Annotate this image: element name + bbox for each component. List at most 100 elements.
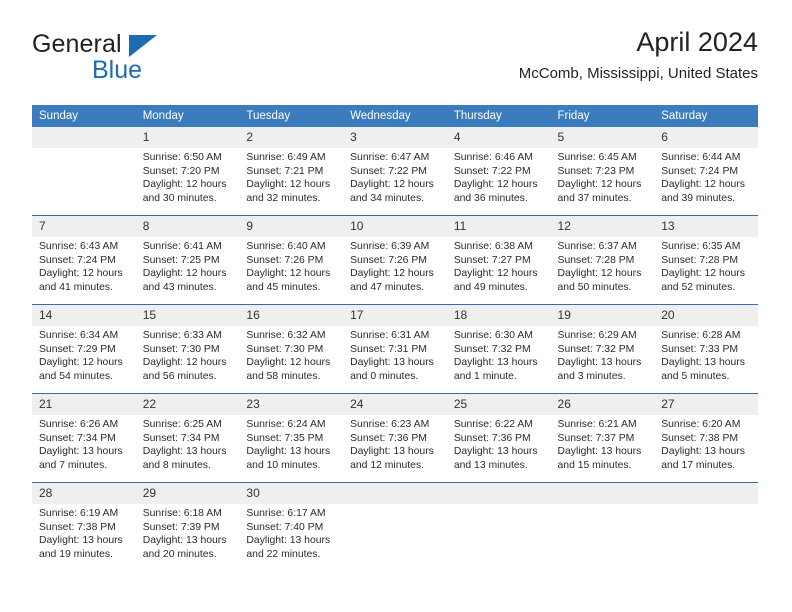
daylight-text-line1: Daylight: 12 hours <box>557 268 642 280</box>
calendar-day-cell[interactable]: 15 Sunrise: 6:33 AM Sunset: 7:30 PM Dayligh… <box>135 304 240 394</box>
calendar-day-cell[interactable]: 25 Sunrise: 6:22 AM Sunset: 7:36 PM Dayligh… <box>446 393 551 483</box>
day-number: 1 <box>135 127 240 148</box>
sunset-text: Sunset: 7:28 PM <box>557 254 635 266</box>
calendar-day-cell[interactable]: 3 Sunrise: 6:47 AM Sunset: 7:22 PM Daylight… <box>343 127 447 216</box>
sunrise-text: Sunrise: 6:17 AM <box>246 508 326 519</box>
sunrise-text: Sunrise: 6:29 AM <box>557 330 637 341</box>
calendar-day-cell[interactable]: 10 Sunrise: 6:39 AM Sunset: 7:26 PM Dayligh… <box>343 215 447 305</box>
daylight-text-line1: Daylight: 12 hours <box>142 357 227 369</box>
calendar-day-cell[interactable]: 24 Sunrise: 6:23 AM Sunset: 7:36 PM Dayligh… <box>343 393 447 483</box>
logo-text-general: General <box>32 30 122 58</box>
calendar-day-cell[interactable]: 30 Sunrise: 6:17 AM Sunset: 7:40 PM Dayligh… <box>239 482 344 571</box>
daylight-text-line1: Daylight: 12 hours <box>350 268 434 280</box>
calendar-day-cell[interactable]: 11 Sunrise: 6:38 AM Sunset: 7:27 PM Dayligh… <box>446 215 551 305</box>
calendar-day-cell[interactable]: 4 Sunrise: 6:46 AM Sunset: 7:22 PM Daylight… <box>446 127 551 216</box>
day-number: 16 <box>239 305 344 326</box>
sunrise-text: Sunrise: 6:25 AM <box>142 419 222 430</box>
calendar-day-cell[interactable] <box>446 482 551 571</box>
general-blue-logo[interactable]: General Blue <box>32 30 252 86</box>
sunset-text: Sunset: 7:25 PM <box>142 254 220 266</box>
weekday-header-sunday: Sunday <box>32 105 136 127</box>
day-details: Sunrise: 6:31 AM Sunset: 7:31 PM Daylight:… <box>343 326 447 383</box>
daylight-text-line2: and 39 minutes. <box>661 192 736 204</box>
calendar-week-row: 1 Sunrise: 6:50 AM Sunset: 7:20 PM Daylight… <box>32 127 758 216</box>
day-number: 4 <box>446 127 551 148</box>
day-details: Sunrise: 6:19 AM Sunset: 7:38 PM Daylight:… <box>32 504 136 561</box>
daylight-text-line1: Daylight: 13 hours <box>350 446 434 458</box>
day-number: 28 <box>32 483 136 504</box>
sunset-text: Sunset: 7:28 PM <box>661 254 739 266</box>
calendar-day-cell[interactable]: 16 Sunrise: 6:32 AM Sunset: 7:30 PM Dayligh… <box>239 304 344 394</box>
day-details: Sunrise: 6:30 AM Sunset: 7:32 PM Daylight:… <box>447 326 551 383</box>
day-number: 19 <box>550 305 655 326</box>
calendar-day-cell[interactable]: 26 Sunrise: 6:21 AM Sunset: 7:37 PM Dayligh… <box>550 393 655 483</box>
day-details: Sunrise: 6:21 AM Sunset: 7:37 PM Daylight:… <box>551 415 655 472</box>
daylight-text-line1: Daylight: 13 hours <box>39 535 123 547</box>
day-number: 14 <box>32 305 136 326</box>
weekday-header-friday: Friday <box>550 105 655 127</box>
calendar-day-cell[interactable]: 9 Sunrise: 6:40 AM Sunset: 7:26 PM Daylight… <box>239 215 344 305</box>
calendar-day-cell[interactable] <box>654 482 758 571</box>
daylight-text-line2: and 34 minutes. <box>350 192 425 204</box>
day-details <box>551 504 655 507</box>
calendar-day-cell[interactable]: 28 Sunrise: 6:19 AM Sunset: 7:38 PM Dayligh… <box>32 482 136 571</box>
page-subtitle: McComb, Mississippi, United States <box>518 65 758 82</box>
day-number <box>550 483 655 504</box>
day-number: 27 <box>654 394 758 415</box>
calendar-day-cell[interactable]: 14 Sunrise: 6:34 AM Sunset: 7:29 PM Dayligh… <box>32 304 136 394</box>
day-details: Sunrise: 6:41 AM Sunset: 7:25 PM Daylight:… <box>136 237 240 294</box>
daylight-text-line2: and 19 minutes. <box>39 548 113 560</box>
sunset-text: Sunset: 7:34 PM <box>142 432 220 444</box>
calendar-day-cell[interactable]: 1 Sunrise: 6:50 AM Sunset: 7:20 PM Daylight… <box>135 127 240 216</box>
calendar-day-cell[interactable]: 6 Sunrise: 6:44 AM Sunset: 7:24 PM Daylight… <box>654 127 758 216</box>
sunset-text: Sunset: 7:30 PM <box>142 343 220 355</box>
day-details: Sunrise: 6:49 AM Sunset: 7:21 PM Daylight:… <box>239 148 343 205</box>
daylight-text-line1: Daylight: 12 hours <box>661 179 745 191</box>
daylight-text-line2: and 1 minute. <box>453 370 517 382</box>
daylight-text-line2: and 30 minutes. <box>142 192 217 204</box>
sunrise-text: Sunrise: 6:43 AM <box>39 241 119 252</box>
calendar-day-cell[interactable]: 22 Sunrise: 6:25 AM Sunset: 7:34 PM Dayligh… <box>135 393 240 483</box>
daylight-text-line2: and 17 minutes. <box>661 459 736 471</box>
weekday-header-tuesday: Tuesday <box>239 105 344 127</box>
calendar-day-cell[interactable]: 12 Sunrise: 6:37 AM Sunset: 7:28 PM Dayligh… <box>550 215 655 305</box>
daylight-text-line2: and 5 minutes. <box>661 370 730 382</box>
calendar-day-cell[interactable]: 20 Sunrise: 6:28 AM Sunset: 7:33 PM Dayligh… <box>654 304 758 394</box>
sunset-text: Sunset: 7:31 PM <box>350 343 427 355</box>
sunrise-text: Sunrise: 6:19 AM <box>39 508 119 519</box>
day-number <box>654 483 758 504</box>
calendar-day-cell[interactable]: 29 Sunrise: 6:18 AM Sunset: 7:39 PM Dayligh… <box>135 482 240 571</box>
daylight-text-line2: and 45 minutes. <box>246 281 321 293</box>
calendar-day-cell[interactable]: 18 Sunrise: 6:30 AM Sunset: 7:32 PM Dayligh… <box>446 304 551 394</box>
calendar-day-cell[interactable]: 27 Sunrise: 6:20 AM Sunset: 7:38 PM Dayligh… <box>654 393 758 483</box>
day-details: Sunrise: 6:26 AM Sunset: 7:34 PM Daylight:… <box>32 415 136 472</box>
day-number: 11 <box>446 216 551 237</box>
daylight-text-line2: and 43 minutes. <box>142 281 217 293</box>
sunset-text: Sunset: 7:39 PM <box>142 521 220 533</box>
daylight-text-line1: Daylight: 12 hours <box>350 179 434 191</box>
calendar-day-cell[interactable]: 17 Sunrise: 6:31 AM Sunset: 7:31 PM Dayligh… <box>343 304 447 394</box>
day-number: 25 <box>446 394 551 415</box>
calendar-day-cell[interactable]: 7 Sunrise: 6:43 AM Sunset: 7:24 PM Daylight… <box>32 215 136 305</box>
day-details: Sunrise: 6:40 AM Sunset: 7:26 PM Daylight:… <box>239 237 343 294</box>
calendar-day-cell[interactable] <box>550 482 655 571</box>
day-number: 21 <box>32 394 136 415</box>
calendar-day-cell[interactable]: 2 Sunrise: 6:49 AM Sunset: 7:21 PM Daylight… <box>239 127 344 216</box>
calendar-day-cell[interactable] <box>343 482 447 571</box>
daylight-text-line1: Daylight: 13 hours <box>661 357 745 369</box>
calendar-day-cell[interactable]: 23 Sunrise: 6:24 AM Sunset: 7:35 PM Dayligh… <box>239 393 344 483</box>
calendar-day-cell[interactable]: 13 Sunrise: 6:35 AM Sunset: 7:28 PM Dayligh… <box>654 215 758 305</box>
calendar-day-cell[interactable]: 8 Sunrise: 6:41 AM Sunset: 7:25 PM Daylight… <box>135 215 240 305</box>
sunset-text: Sunset: 7:30 PM <box>246 343 324 355</box>
day-number: 8 <box>135 216 240 237</box>
sunrise-text: Sunrise: 6:28 AM <box>661 330 741 341</box>
calendar-day-cell[interactable] <box>32 127 136 216</box>
page-header: General Blue April 2024 McComb, Mississi… <box>32 26 758 96</box>
sunrise-text: Sunrise: 6:22 AM <box>453 419 533 430</box>
calendar-day-cell[interactable]: 5 Sunrise: 6:45 AM Sunset: 7:23 PM Daylight… <box>550 127 655 216</box>
calendar-day-cell[interactable]: 19 Sunrise: 6:29 AM Sunset: 7:32 PM Dayligh… <box>550 304 655 394</box>
day-details: Sunrise: 6:23 AM Sunset: 7:36 PM Daylight:… <box>343 415 447 472</box>
calendar-day-cell[interactable]: 21 Sunrise: 6:26 AM Sunset: 7:34 PM Dayligh… <box>32 393 136 483</box>
sunset-text: Sunset: 7:34 PM <box>39 432 116 444</box>
day-number: 13 <box>654 216 758 237</box>
